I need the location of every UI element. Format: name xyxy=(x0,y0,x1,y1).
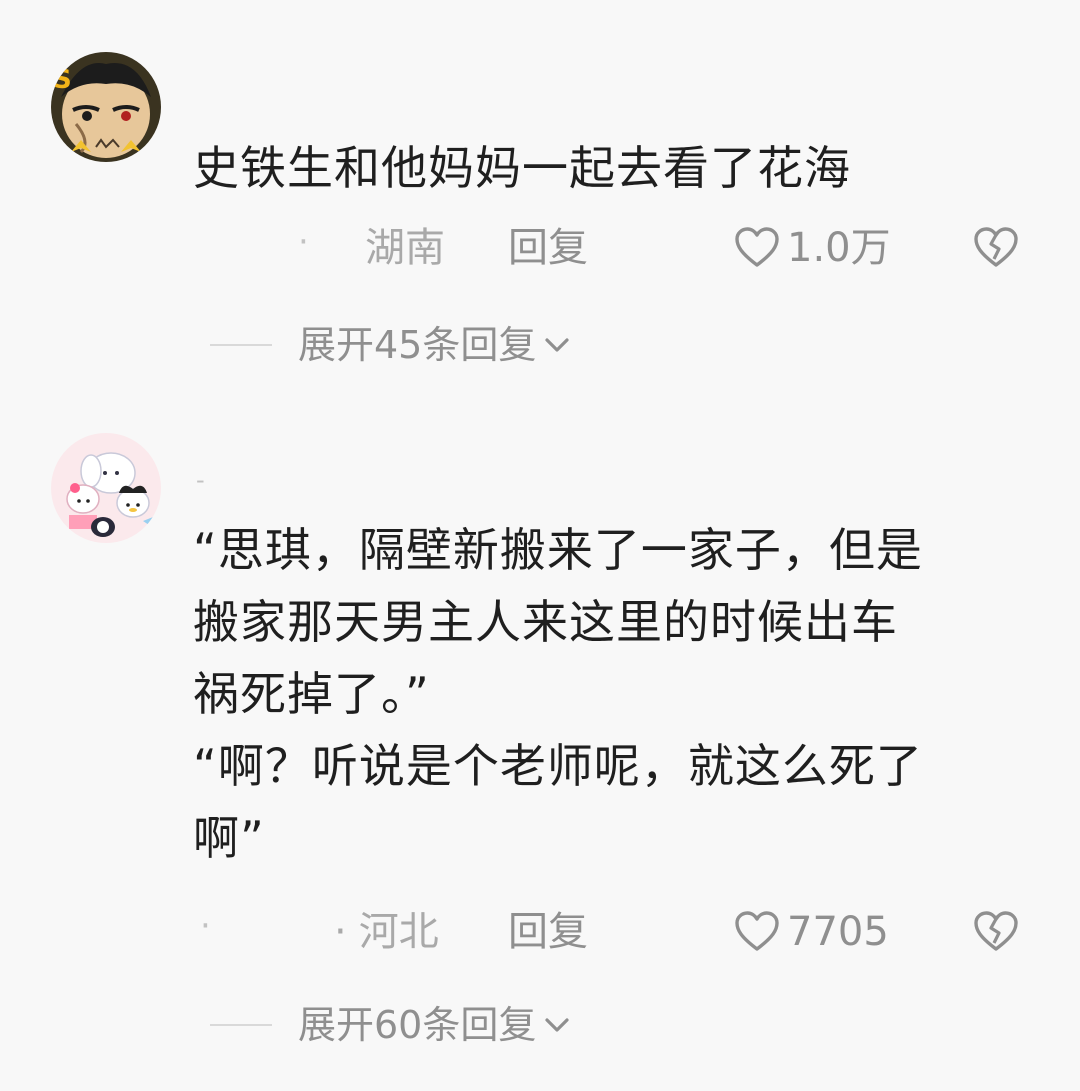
expand-replies-button[interactable]: 展开60条回复 xyxy=(210,995,572,1055)
comment-text: 史铁生和他妈妈一起去看了花海 xyxy=(193,141,851,195)
expand-replies-label: 展开60条回复 xyxy=(298,1003,537,1047)
expand-divider xyxy=(210,1024,272,1026)
heart-outline-icon xyxy=(735,911,779,951)
expand-replies-label: 展开45条回复 xyxy=(298,323,537,367)
username-placeholder: - xyxy=(196,466,205,494)
region-label: 湖南 xyxy=(365,225,445,271)
avatar[interactable]: S xyxy=(51,52,161,162)
separator-dot: · xyxy=(298,222,309,262)
expand-divider xyxy=(210,344,272,346)
chevron-down-icon xyxy=(545,338,569,352)
broken-heart-icon[interactable] xyxy=(972,224,1020,272)
comment-item: S 史铁生和他妈妈一起去看了花海 · 湖南 回复 1.0万 展开45条回复 xyxy=(0,0,1080,400)
reply-button[interactable]: 回复 xyxy=(508,902,588,962)
region-name: 河北 xyxy=(358,909,439,955)
broken-heart-icon[interactable] xyxy=(972,908,1020,956)
like-button[interactable]: 7705 xyxy=(733,902,889,962)
reply-button[interactable]: 回复 xyxy=(508,218,588,278)
svg-text:S: S xyxy=(53,65,72,95)
expand-replies-button[interactable]: 展开45条回复 xyxy=(210,315,572,375)
comment-meta: · 湖南 回复 1.0万 xyxy=(0,218,1080,278)
comment-item: - “思琪，隔壁新搬来了一家子，但是 搬家那天男主人来这里的时候出车 祸死掉了。… xyxy=(0,400,1080,1091)
like-count: 1.0万 xyxy=(787,225,891,271)
heart-outline-icon xyxy=(735,227,779,267)
like-button[interactable]: 1.0万 xyxy=(733,218,891,278)
like-count: 7705 xyxy=(787,909,889,955)
separator-dot: · xyxy=(200,906,211,946)
comment-text: “思琪，隔壁新搬来了一家子，但是 搬家那天男主人来这里的时候出车 祸死掉了。” … xyxy=(193,523,923,865)
comment-meta: · · 河北 回复 7705 xyxy=(0,902,1080,962)
region-label: · 河北 xyxy=(334,902,439,962)
region-prefix: · xyxy=(334,909,347,955)
chevron-down-icon xyxy=(545,1018,569,1032)
avatar[interactable] xyxy=(51,433,161,543)
